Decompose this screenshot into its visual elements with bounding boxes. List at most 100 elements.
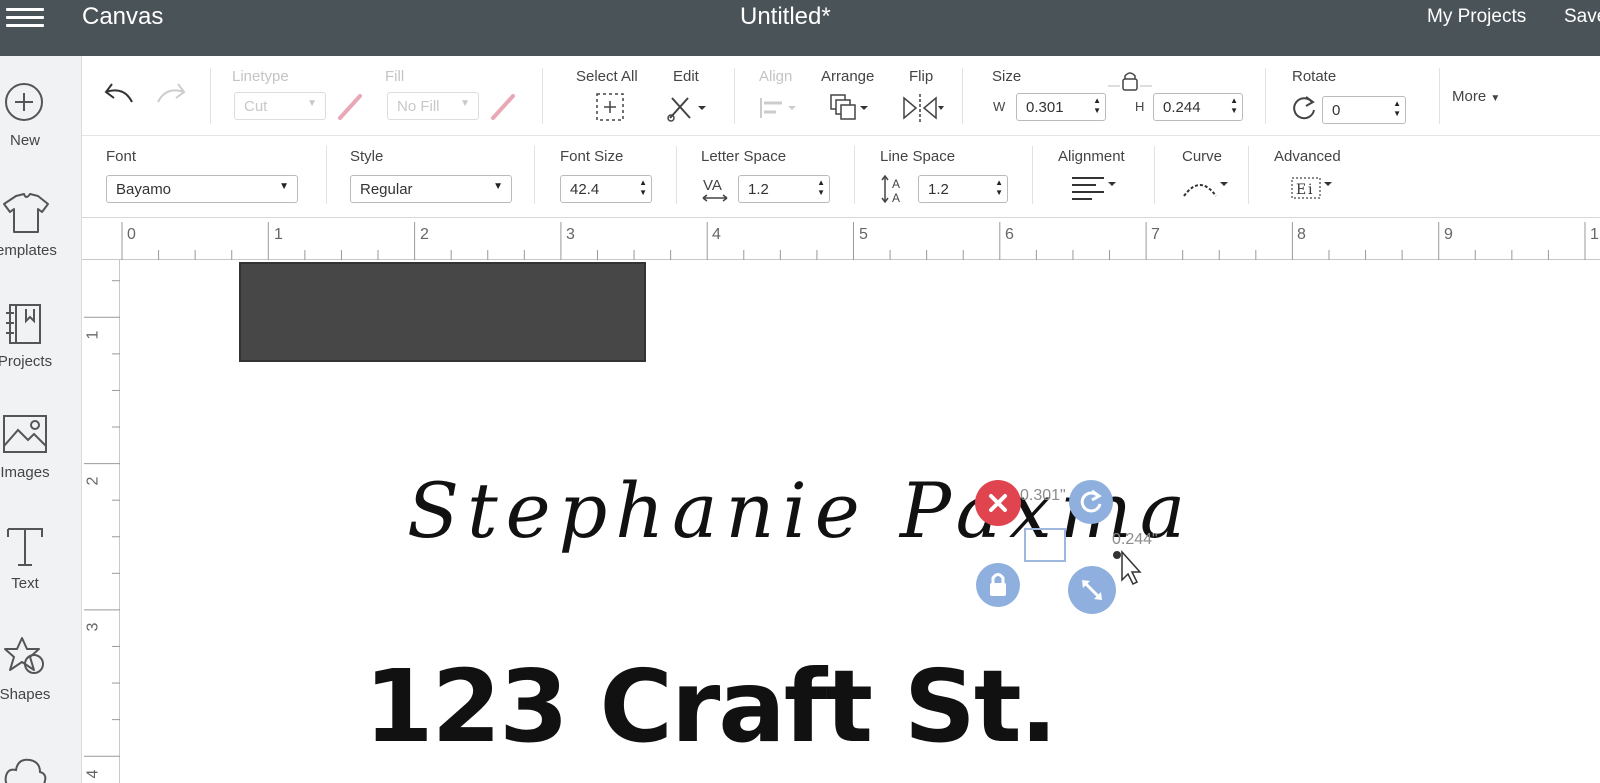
stepper-icon: ▲ ▼ bbox=[995, 178, 1003, 197]
sidebar-item-shapes[interactable]: Shapes bbox=[0, 634, 82, 734]
address-text[interactable]: 123 Craft St. bbox=[364, 648, 1058, 765]
font-size-value: 42.4 bbox=[570, 181, 600, 198]
advanced-text-icon[interactable]: Ei bbox=[1288, 172, 1340, 204]
height-value: 0.244 bbox=[1163, 99, 1201, 116]
curve-label: Curve bbox=[1182, 148, 1223, 165]
selection-bounding-box[interactable] bbox=[1024, 528, 1066, 562]
ruler-label: 3 bbox=[84, 622, 102, 632]
lock-handle[interactable] bbox=[976, 563, 1020, 607]
top-ruler: 0 1 2 3 4 5 6 7 8 9 1 bbox=[82, 218, 1600, 260]
font-select[interactable]: Bayamo ▼ bbox=[106, 175, 298, 203]
sidebar-item-label: emplates bbox=[0, 242, 57, 259]
ruler-label: 0 bbox=[127, 226, 136, 243]
save-link[interactable]: Save bbox=[1564, 6, 1600, 28]
rotate-icon[interactable] bbox=[1290, 94, 1318, 122]
linetype-select[interactable]: Cut ▼ bbox=[234, 92, 326, 120]
ruler-label: 2 bbox=[84, 476, 102, 486]
close-icon bbox=[989, 494, 1007, 512]
projects-book-icon bbox=[6, 304, 41, 344]
separator bbox=[854, 146, 855, 204]
letter-space-label: Letter Space bbox=[701, 148, 787, 165]
separator bbox=[1439, 68, 1440, 124]
width-label: W bbox=[993, 99, 1006, 114]
sidebar-item-templates[interactable]: emplates bbox=[0, 190, 82, 290]
font-size-input[interactable]: 42.4 ▲ ▼ bbox=[560, 175, 652, 203]
ruler-label: 1 bbox=[1590, 226, 1599, 243]
height-label: H bbox=[1135, 99, 1145, 114]
rotate-handle[interactable] bbox=[1069, 480, 1113, 524]
text-toolbar: Font Bayamo ▼ Style Regular ▼ Font Size 42… bbox=[82, 136, 1600, 218]
shapes-icon bbox=[4, 637, 44, 674]
delete-handle[interactable] bbox=[975, 480, 1021, 526]
ruler-label: 8 bbox=[1297, 226, 1306, 243]
tshirt-icon bbox=[3, 193, 49, 233]
line-space-label: Line Space bbox=[880, 148, 956, 165]
select-all-icon[interactable] bbox=[595, 92, 627, 122]
width-input[interactable]: 0.301 ▲ ▼ bbox=[1016, 93, 1106, 121]
sidebar-item-label: New bbox=[9, 132, 40, 149]
curve-text-icon[interactable] bbox=[1180, 172, 1232, 202]
ruler-label: 3 bbox=[566, 226, 575, 243]
sidebar-item-label: Text bbox=[11, 575, 39, 592]
app-title: Canvas bbox=[82, 3, 164, 30]
svg-text:E: E bbox=[1296, 182, 1306, 198]
advanced-label: Advanced bbox=[1274, 148, 1341, 165]
fill-value: No Fill bbox=[397, 98, 440, 115]
letter-space-input[interactable]: 1.2 ▲ ▼ bbox=[738, 175, 830, 203]
chevron-down-icon: ▼ bbox=[279, 181, 289, 192]
ruler-label: 6 bbox=[1005, 226, 1014, 243]
font-value: Bayamo bbox=[116, 181, 172, 198]
sidebar-item-upload[interactable] bbox=[0, 746, 82, 783]
sidebar-item-images[interactable]: Images bbox=[0, 412, 82, 512]
sidebar-item-new[interactable]: New bbox=[0, 80, 82, 180]
sidebar-item-projects[interactable]: Projects bbox=[0, 301, 82, 401]
size-label: Size bbox=[992, 68, 1022, 85]
more-menu-button[interactable]: More ▼ bbox=[1452, 88, 1500, 105]
image-icon bbox=[3, 415, 47, 453]
ruler-label: 1 bbox=[274, 226, 283, 243]
separator bbox=[542, 68, 543, 124]
chevron-down-icon: ▼ bbox=[1490, 93, 1501, 104]
lock-proportions-icon[interactable] bbox=[1106, 70, 1154, 92]
edit-scissors-icon[interactable] bbox=[666, 92, 712, 122]
linetype-value: Cut bbox=[244, 98, 268, 115]
left-sidebar: New emplates Projects Images Text Shapes bbox=[0, 56, 82, 783]
fill-label: Fill bbox=[385, 68, 405, 85]
undo-icon[interactable] bbox=[102, 80, 136, 108]
svg-text:A: A bbox=[892, 191, 900, 205]
edit-label: Edit bbox=[673, 68, 699, 85]
sidebar-item-text[interactable]: Text bbox=[0, 523, 82, 623]
rectangle-shape[interactable] bbox=[239, 262, 646, 362]
fill-color-swatch[interactable] bbox=[489, 92, 519, 122]
flip-icon[interactable] bbox=[900, 92, 946, 124]
arrange-label: Arrange bbox=[821, 68, 875, 85]
separator bbox=[734, 68, 735, 124]
my-projects-link[interactable]: My Projects bbox=[1427, 6, 1526, 28]
chevron-down-icon: ▼ bbox=[460, 98, 470, 109]
text-t-icon bbox=[7, 528, 43, 566]
letter-space-value: 1.2 bbox=[748, 181, 769, 198]
text-align-left-icon[interactable] bbox=[1070, 174, 1122, 202]
sidebar-item-label: Images bbox=[0, 464, 50, 481]
linetype-color-swatch[interactable] bbox=[336, 92, 366, 122]
sidebar-item-label: Projects bbox=[0, 353, 53, 370]
separator bbox=[534, 146, 535, 204]
svg-text:A: A bbox=[892, 177, 900, 191]
flip-label: Flip bbox=[909, 68, 934, 85]
fill-select[interactable]: No Fill ▼ bbox=[387, 92, 479, 120]
line-space-icon: AA bbox=[881, 174, 900, 205]
style-label: Style bbox=[350, 148, 384, 165]
svg-text:VA: VA bbox=[703, 177, 722, 194]
redo-icon[interactable] bbox=[154, 80, 188, 108]
upload-cloud-icon bbox=[4, 758, 47, 783]
arrange-icon[interactable] bbox=[828, 92, 872, 124]
alignment-label: Alignment bbox=[1058, 148, 1125, 165]
hamburger-menu-icon[interactable] bbox=[6, 3, 44, 31]
ruler-label: 2 bbox=[420, 226, 429, 243]
align-icon[interactable] bbox=[758, 94, 802, 122]
height-input[interactable]: 0.244 ▲ ▼ bbox=[1153, 93, 1243, 121]
rotate-input[interactable]: 0 ▲ ▼ bbox=[1322, 96, 1406, 124]
style-select[interactable]: Regular ▼ bbox=[350, 175, 512, 203]
line-space-input[interactable]: 1.2 ▲ ▼ bbox=[918, 175, 1008, 203]
style-value: Regular bbox=[360, 181, 413, 198]
